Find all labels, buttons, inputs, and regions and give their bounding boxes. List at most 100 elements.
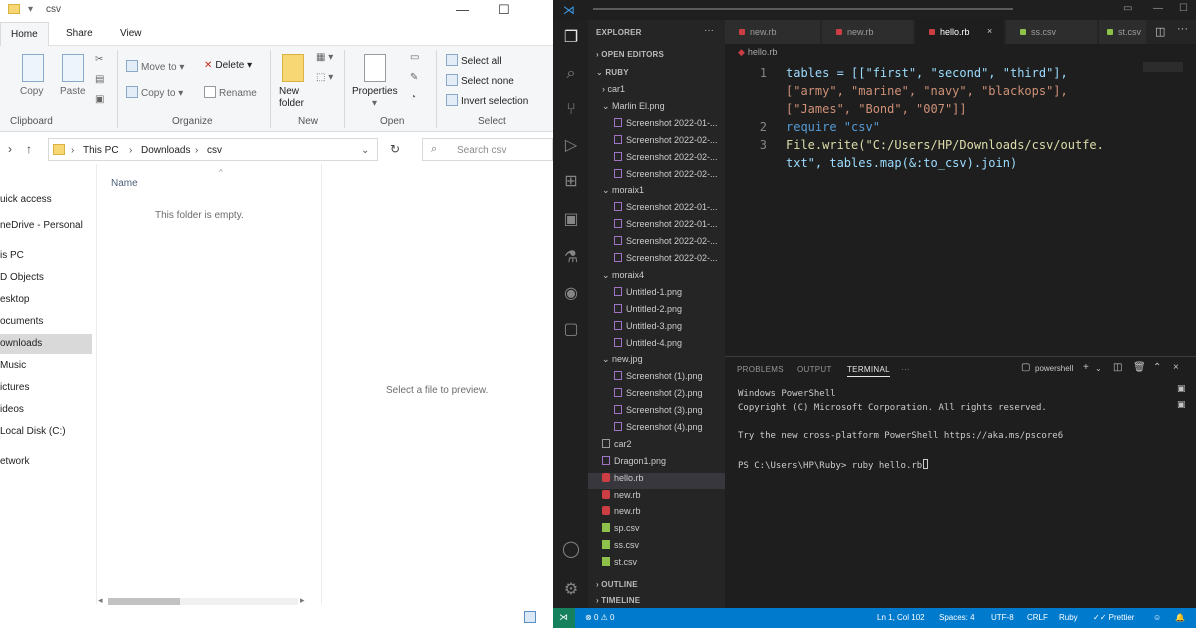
- terminal-instance-icon[interactable]: ▣: [1177, 383, 1186, 394]
- remote-indicator[interactable]: ⋊: [553, 608, 575, 628]
- tree-item[interactable]: ⌄ moraix4: [588, 270, 725, 286]
- tree-item[interactable]: Screenshot (2).png: [588, 388, 725, 404]
- tree-item[interactable]: ⌄ moraix1: [588, 185, 725, 201]
- tree-item[interactable]: Screenshot 2022-02-...: [588, 135, 725, 151]
- cut-icon[interactable]: ✂: [95, 54, 103, 65]
- nav-item-downloads[interactable]: ownloads: [0, 334, 92, 354]
- tree-item[interactable]: Untitled-2.png: [588, 304, 725, 320]
- breadcrumb-this-pc[interactable]: This PC: [83, 145, 119, 156]
- tree-item[interactable]: Screenshot 2022-01-...: [588, 202, 725, 218]
- close-icon[interactable]: ×: [1173, 362, 1179, 373]
- easy-access-icon[interactable]: ⬚ ▾: [316, 72, 333, 83]
- back-arrow-icon[interactable]: ›: [8, 142, 12, 156]
- tree-item[interactable]: Screenshot (3).png: [588, 405, 725, 421]
- paste-icon[interactable]: [62, 54, 84, 82]
- maximize-panel-icon[interactable]: ⌃: [1153, 362, 1161, 373]
- select-none-button[interactable]: Select none: [446, 74, 514, 87]
- tree-item[interactable]: Screenshot 2022-02-...: [588, 236, 725, 252]
- tree-item[interactable]: Screenshot 2022-01-...: [588, 219, 725, 235]
- tree-item[interactable]: Untitled-3.png: [588, 321, 725, 337]
- terminal-instance-icon[interactable]: ▣: [1177, 399, 1186, 410]
- explorer-icon[interactable]: ❐: [561, 28, 581, 48]
- search-icon[interactable]: ⌕: [561, 64, 581, 84]
- editor-tab-new-rb-2[interactable]: new.rb: [822, 20, 914, 44]
- editor-tab-new-rb[interactable]: new.rb: [725, 20, 821, 44]
- panel-tab-problems[interactable]: PROBLEMS: [737, 365, 784, 374]
- tree-item[interactable]: Screenshot 2022-01-...: [588, 118, 725, 134]
- breadcrumb-csv[interactable]: csv: [207, 145, 222, 156]
- testing-icon[interactable]: ⚗: [561, 248, 581, 268]
- maximize-icon[interactable]: ☐: [1179, 3, 1188, 14]
- properties-button[interactable]: Properties: [352, 86, 398, 97]
- more-actions-icon[interactable]: ···: [1177, 23, 1188, 35]
- section-open-editors[interactable]: › OPEN EDITORS: [596, 50, 664, 59]
- tree-item[interactable]: Screenshot (4).png: [588, 422, 725, 438]
- chevron-down-icon[interactable]: ⌄: [361, 145, 369, 156]
- tab-share[interactable]: Share: [66, 28, 93, 39]
- tree-item[interactable]: ⌄ new.jpg: [588, 354, 725, 370]
- edit-icon[interactable]: ✎: [410, 72, 418, 83]
- select-all-button[interactable]: Select all: [446, 54, 502, 67]
- nav-item-3d-objects[interactable]: D Objects: [0, 268, 92, 288]
- settings-gear-icon[interactable]: ⚙: [561, 580, 581, 600]
- language-mode[interactable]: Ruby: [1059, 613, 1078, 622]
- tree-item[interactable]: ⌄ Marlin El.png: [588, 101, 725, 117]
- new-folder-icon[interactable]: [282, 54, 304, 82]
- remote-explorer-icon[interactable]: ▣: [561, 210, 581, 230]
- view-details-icon[interactable]: [524, 611, 536, 623]
- tree-item[interactable]: hello.rb: [588, 473, 725, 489]
- chevron-down-icon[interactable]: ▾: [372, 98, 377, 109]
- nav-item-music[interactable]: Music: [0, 356, 92, 376]
- run-debug-icon[interactable]: ▷: [561, 136, 581, 156]
- minimize-icon[interactable]: —: [456, 2, 469, 17]
- more-actions-icon[interactable]: ···: [901, 365, 910, 374]
- tree-item[interactable]: ss.csv: [588, 540, 725, 556]
- tree-item[interactable]: Screenshot 2022-02-...: [588, 253, 725, 269]
- close-icon[interactable]: ×: [987, 26, 992, 36]
- chevron-down-icon[interactable]: ⌄: [1095, 364, 1102, 373]
- encoding[interactable]: UTF-8: [991, 613, 1014, 622]
- editor-tab-hello-rb[interactable]: hello.rb ×: [915, 20, 1005, 44]
- scroll-right-icon[interactable]: ▸: [300, 595, 305, 606]
- tree-item[interactable]: Screenshot (1).png: [588, 371, 725, 387]
- tab-home[interactable]: Home: [0, 22, 49, 47]
- scrollbar-thumb[interactable]: [108, 598, 180, 605]
- paste-shortcut-icon[interactable]: ▣: [95, 94, 104, 105]
- tree-item[interactable]: Screenshot 2022-02-...: [588, 169, 725, 185]
- refresh-icon[interactable]: ↻: [390, 142, 400, 156]
- nav-item-onedrive[interactable]: neDrive - Personal: [0, 216, 92, 236]
- history-icon[interactable]: ◔: [410, 92, 416, 103]
- open-icon[interactable]: ▭: [410, 52, 419, 63]
- source-control-icon[interactable]: ⑂: [561, 100, 581, 120]
- trash-icon[interactable]: 🗑: [1133, 362, 1146, 373]
- properties-icon[interactable]: [364, 54, 386, 82]
- editor-breadcrumb[interactable]: ◆ hello.rb: [738, 47, 777, 58]
- chevron-down-icon[interactable]: ▾: [28, 4, 33, 15]
- prettier-status[interactable]: ✓✓ Prettier: [1093, 613, 1134, 622]
- tree-item[interactable]: new.rb: [588, 506, 725, 522]
- docker-icon[interactable]: ◉: [561, 284, 581, 304]
- editor-tab-ss-csv[interactable]: ss.csv: [1006, 20, 1098, 44]
- panel-tab-terminal[interactable]: TERMINAL: [847, 365, 890, 377]
- tree-item[interactable]: Untitled-4.png: [588, 338, 725, 354]
- tree-item[interactable]: new.rb: [588, 490, 725, 506]
- paste-button[interactable]: Paste: [60, 86, 86, 97]
- horizontal-scrollbar[interactable]: ◂ ▸: [98, 595, 308, 607]
- account-icon[interactable]: ◯: [561, 540, 581, 560]
- nav-item-this-pc[interactable]: is PC: [0, 246, 92, 266]
- tree-item[interactable]: › car1: [588, 84, 725, 100]
- section-ruby-root[interactable]: ⌄ RUBY: [596, 68, 629, 77]
- tab-view[interactable]: View: [120, 28, 142, 39]
- line-ending[interactable]: CRLF: [1027, 613, 1048, 622]
- menu-bar[interactable]: [593, 8, 1013, 10]
- feedback-icon[interactable]: ☺: [1153, 613, 1161, 622]
- terminal-shell-select[interactable]: powershell: [1035, 364, 1073, 373]
- indentation[interactable]: Spaces: 4: [939, 613, 975, 622]
- column-header-name[interactable]: Name: [111, 178, 138, 189]
- tree-item[interactable]: Screenshot 2022-02-...: [588, 152, 725, 168]
- copy-button[interactable]: Copy: [20, 86, 43, 97]
- new-terminal-icon[interactable]: +: [1083, 362, 1089, 373]
- extensions-icon[interactable]: ⊞: [561, 172, 581, 192]
- code-editor[interactable]: 1 2 3 tables = [["first", "second", "thi…: [725, 60, 1196, 352]
- split-terminal-icon[interactable]: ◫: [1113, 362, 1122, 373]
